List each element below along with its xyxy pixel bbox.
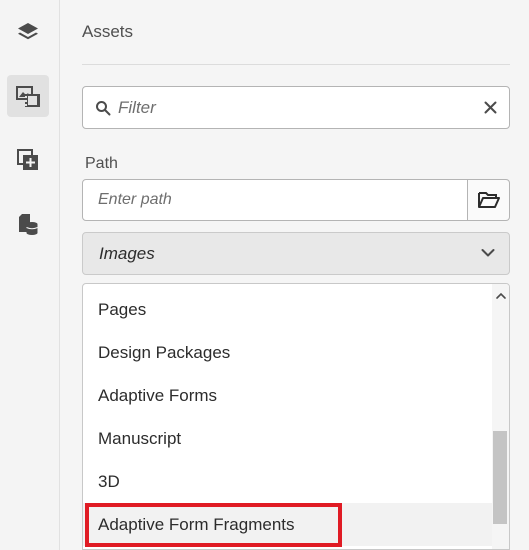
scroll-up-icon[interactable]	[495, 291, 507, 301]
rail-content-tree-button[interactable]	[7, 203, 49, 245]
title-divider	[82, 64, 510, 65]
filter-placeholder: Filter	[118, 98, 156, 117]
search-icon	[96, 101, 111, 116]
path-input[interactable]: Enter path	[82, 179, 468, 221]
panel-title: Assets	[82, 22, 134, 41]
path-placeholder: Enter path	[98, 191, 172, 208]
path-label: Path	[85, 155, 118, 172]
option-manuscript[interactable]: Manuscript	[83, 417, 493, 460]
side-rail	[0, 0, 60, 550]
annotation-highlight-box	[85, 503, 342, 547]
assets-icon	[16, 86, 40, 107]
rail-add-component-button[interactable]	[7, 139, 49, 181]
filter-input[interactable]: Filter	[82, 86, 510, 129]
add-component-icon	[17, 149, 38, 170]
option-design-packages[interactable]: Design Packages	[83, 331, 493, 374]
assets-panel: Assets Filter Path Enter path Images Pag…	[60, 0, 529, 550]
option-3d[interactable]: 3D	[83, 460, 493, 503]
layers-icon	[18, 23, 38, 40]
asset-type-select[interactable]: Images	[82, 232, 510, 275]
chevron-down-icon	[481, 249, 495, 257]
dropdown-scrollbar[interactable]	[492, 284, 509, 549]
option-pages[interactable]: Pages	[83, 288, 493, 331]
asset-type-selected: Images	[99, 244, 155, 263]
rail-layers-button[interactable]	[7, 11, 49, 53]
content-tree-icon	[19, 214, 38, 235]
scrollbar-thumb[interactable]	[493, 431, 507, 524]
folder-open-icon	[477, 192, 500, 208]
rail-assets-button[interactable]	[7, 75, 49, 117]
option-adaptive-forms[interactable]: Adaptive Forms	[83, 374, 493, 417]
close-icon[interactable]	[484, 101, 497, 114]
browse-path-button[interactable]	[468, 179, 510, 221]
